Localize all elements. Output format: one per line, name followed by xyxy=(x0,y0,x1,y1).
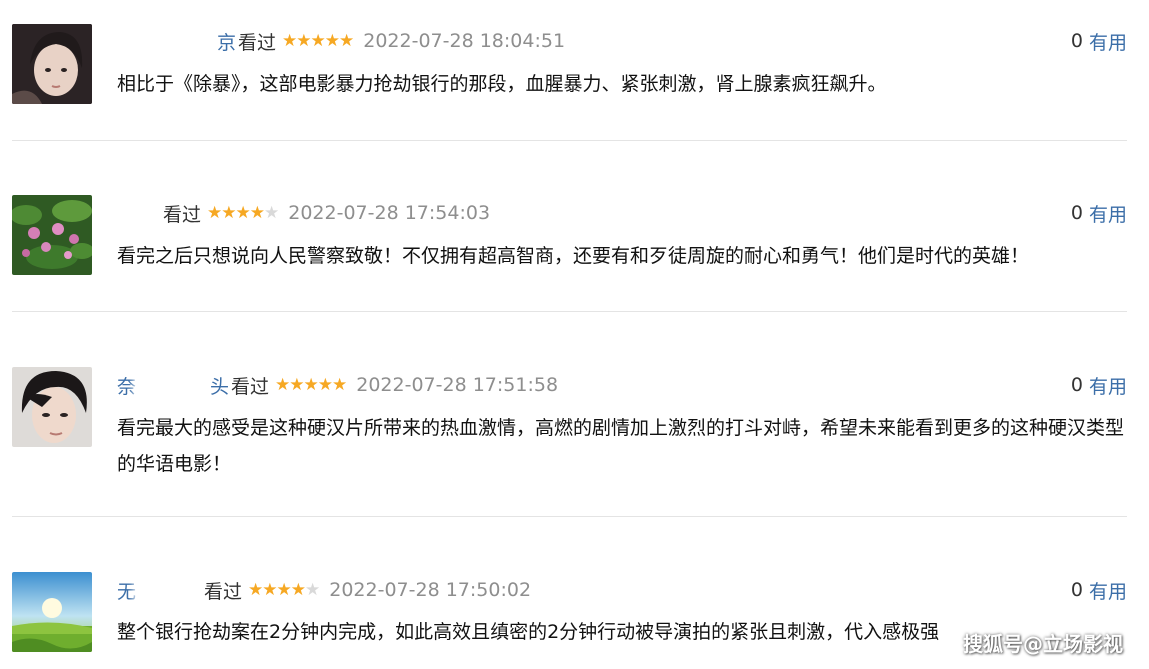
useful-button[interactable]: 有用 xyxy=(1089,577,1127,604)
useful-vote: 0 有用 xyxy=(1071,372,1127,398)
rating-stars: ★★★★★ xyxy=(275,375,347,395)
divider xyxy=(12,516,1127,517)
divider xyxy=(12,140,1127,141)
comment-time: 2022-07-28 17:50:02 xyxy=(329,579,532,601)
comment-text: 相比于《除暴》，这部电影暴力抢劫银行的那段，血腥暴力、紧张刺激，肾上腺素疯狂飙升… xyxy=(117,73,887,95)
watched-label: 看过 xyxy=(204,580,243,603)
rating-stars: ★★★★★ xyxy=(248,580,320,600)
comment-meta: 无 看过 ★★★★★ 2022-07-28 17:50:02 xyxy=(117,577,531,603)
username-link[interactable] xyxy=(117,202,161,224)
comment-time: 2022-07-28 17:54:03 xyxy=(288,202,491,224)
rating-stars: ★★★★★ xyxy=(207,203,279,223)
username-link[interactable]: 京 xyxy=(117,28,236,55)
comment-text: 看完最大的感受是这种硬汉片所带来的热血激情，高燃的剧情加上激烈的打斗对峙，希望未… xyxy=(117,417,1125,475)
divider xyxy=(12,311,1127,312)
watched-label: 看过 xyxy=(238,31,277,54)
useful-count: 0 xyxy=(1070,202,1083,224)
useful-count: 0 xyxy=(1070,374,1083,396)
comment-time: 2022-07-28 18:04:51 xyxy=(363,30,566,52)
useful-vote: 0 有用 xyxy=(1071,200,1127,226)
avatar[interactable] xyxy=(12,367,92,447)
useful-count: 0 xyxy=(1070,579,1083,601)
avatar[interactable] xyxy=(12,24,92,104)
watermark: 搜狐号@立场影视 xyxy=(963,632,1123,656)
star-icon: ★★★★ xyxy=(248,580,306,600)
username-link[interactable]: 无 xyxy=(117,577,202,604)
star-icon: ★★★★ xyxy=(207,203,265,223)
username-link[interactable]: 奈头 xyxy=(117,372,229,399)
star-icon: ★★★★★ xyxy=(282,31,354,51)
useful-vote: 0 有用 xyxy=(1071,577,1127,603)
comment-meta: 京 看过 ★★★★★ 2022-07-28 18:04:51 xyxy=(117,28,565,54)
star-icon: ★★★★★ xyxy=(275,375,347,395)
rating-stars: ★★★★★ xyxy=(282,31,354,51)
useful-count: 0 xyxy=(1070,30,1083,52)
star-empty-icon: ★ xyxy=(263,203,279,223)
star-empty-icon: ★ xyxy=(305,580,320,600)
useful-button[interactable]: 有用 xyxy=(1089,372,1127,399)
watched-label: 看过 xyxy=(231,375,270,398)
comment-meta: 看过 ★★★★★ 2022-07-28 17:54:03 xyxy=(117,200,490,226)
comment-text: 看完之后只想说向人民警察致敬！不仅拥有超高智商，还要有和歹徒周旋的耐心和勇气！他… xyxy=(117,245,1030,267)
avatar[interactable] xyxy=(12,572,92,652)
avatar[interactable] xyxy=(12,195,92,275)
useful-button[interactable]: 有用 xyxy=(1089,200,1127,227)
comment-time: 2022-07-28 17:51:58 xyxy=(356,374,559,396)
comment-meta: 奈头 看过 ★★★★★ 2022-07-28 17:51:58 xyxy=(117,372,558,398)
watched-label: 看过 xyxy=(163,203,202,226)
useful-button[interactable]: 有用 xyxy=(1089,28,1127,55)
useful-vote: 0 有用 xyxy=(1071,28,1127,54)
